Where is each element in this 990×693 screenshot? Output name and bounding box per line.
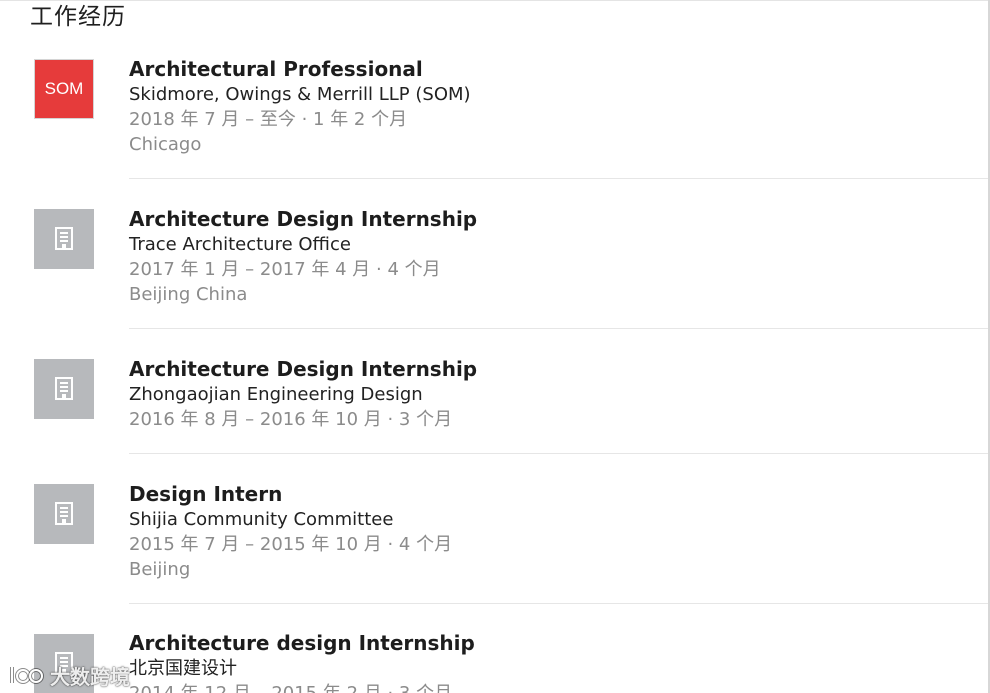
divider — [129, 328, 988, 329]
job-title[interactable]: Architecture Design Internship — [129, 207, 979, 232]
location: Chicago — [129, 134, 202, 155]
building-icon-glyph — [55, 502, 73, 525]
building-icon[interactable] — [34, 484, 94, 544]
experience-page: 工作经历 SOM Architectural Professional Skid… — [0, 0, 990, 693]
date-range: 2016 年 8 月 – 2016 年 10 月 · 3 个月 — [129, 409, 453, 430]
job-title[interactable]: Architectural Professional — [129, 57, 979, 82]
company-name[interactable]: Skidmore, Owings & Merrill LLP (SOM) — [129, 82, 979, 107]
section-title: 工作经历 — [30, 4, 126, 30]
job-title[interactable]: Design Intern — [129, 482, 979, 507]
date-range: 2018 年 7 月 – 至今 · 1 年 2 个月 — [129, 109, 408, 130]
top-border — [0, 0, 990, 1]
divider — [129, 453, 988, 454]
date-range: 2014 年 12 月 – 2015 年 2 月 · 3 个月 — [129, 681, 979, 693]
company-name[interactable]: 北京国建设计 — [129, 656, 979, 681]
location: Beijing — [129, 559, 191, 580]
company-name[interactable]: Zhongaojian Engineering Design — [129, 382, 979, 407]
divider — [129, 603, 988, 604]
company-name[interactable]: Trace Architecture Office — [129, 232, 979, 257]
company-name[interactable]: Shijia Community Committee — [129, 507, 979, 532]
building-icon[interactable] — [34, 359, 94, 419]
ioo-brand-icon — [10, 667, 44, 684]
watermark: 大数跨境 — [8, 660, 130, 690]
divider — [129, 178, 988, 179]
building-icon[interactable] — [34, 209, 94, 269]
job-title[interactable]: Architecture design Internship — [129, 631, 979, 656]
building-icon-glyph — [55, 377, 73, 400]
watermark-text: 大数跨境 — [50, 664, 130, 689]
company-logo-som[interactable]: SOM — [34, 59, 94, 119]
building-icon-glyph — [55, 227, 73, 250]
job-title[interactable]: Architecture Design Internship — [129, 357, 979, 382]
location: Beijing China — [129, 284, 248, 305]
date-range: 2017 年 1 月 – 2017 年 4 月 · 4 个月 — [129, 259, 441, 280]
date-range: 2015 年 7 月 – 2015 年 10 月 · 4 个月 — [129, 534, 453, 555]
